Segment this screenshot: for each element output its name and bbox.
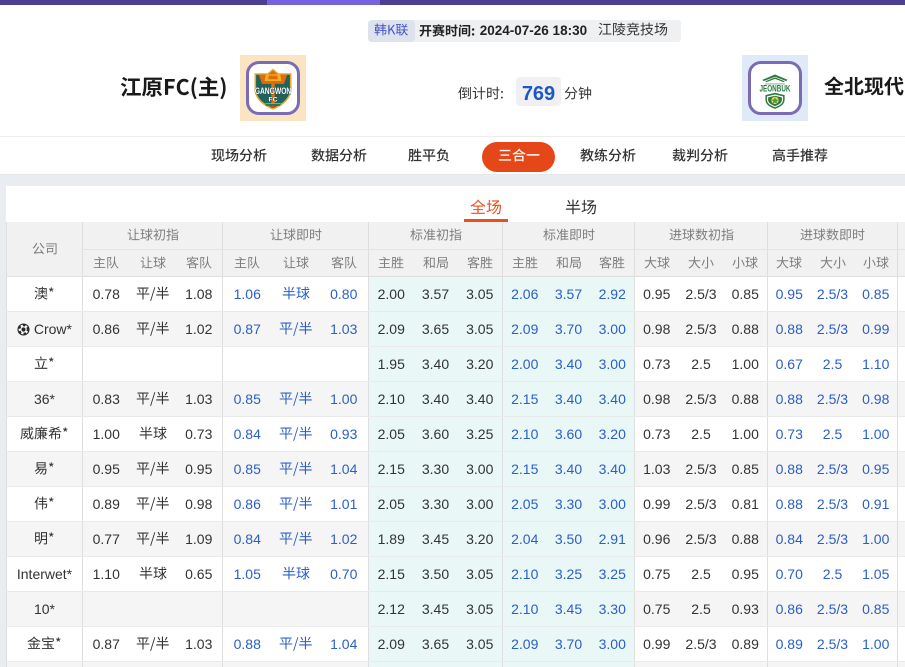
svg-text:GANGWON: GANGWON [255, 86, 292, 96]
svg-text:JEONBUK: JEONBUK [760, 84, 791, 94]
svg-text:FC: FC [268, 96, 277, 103]
